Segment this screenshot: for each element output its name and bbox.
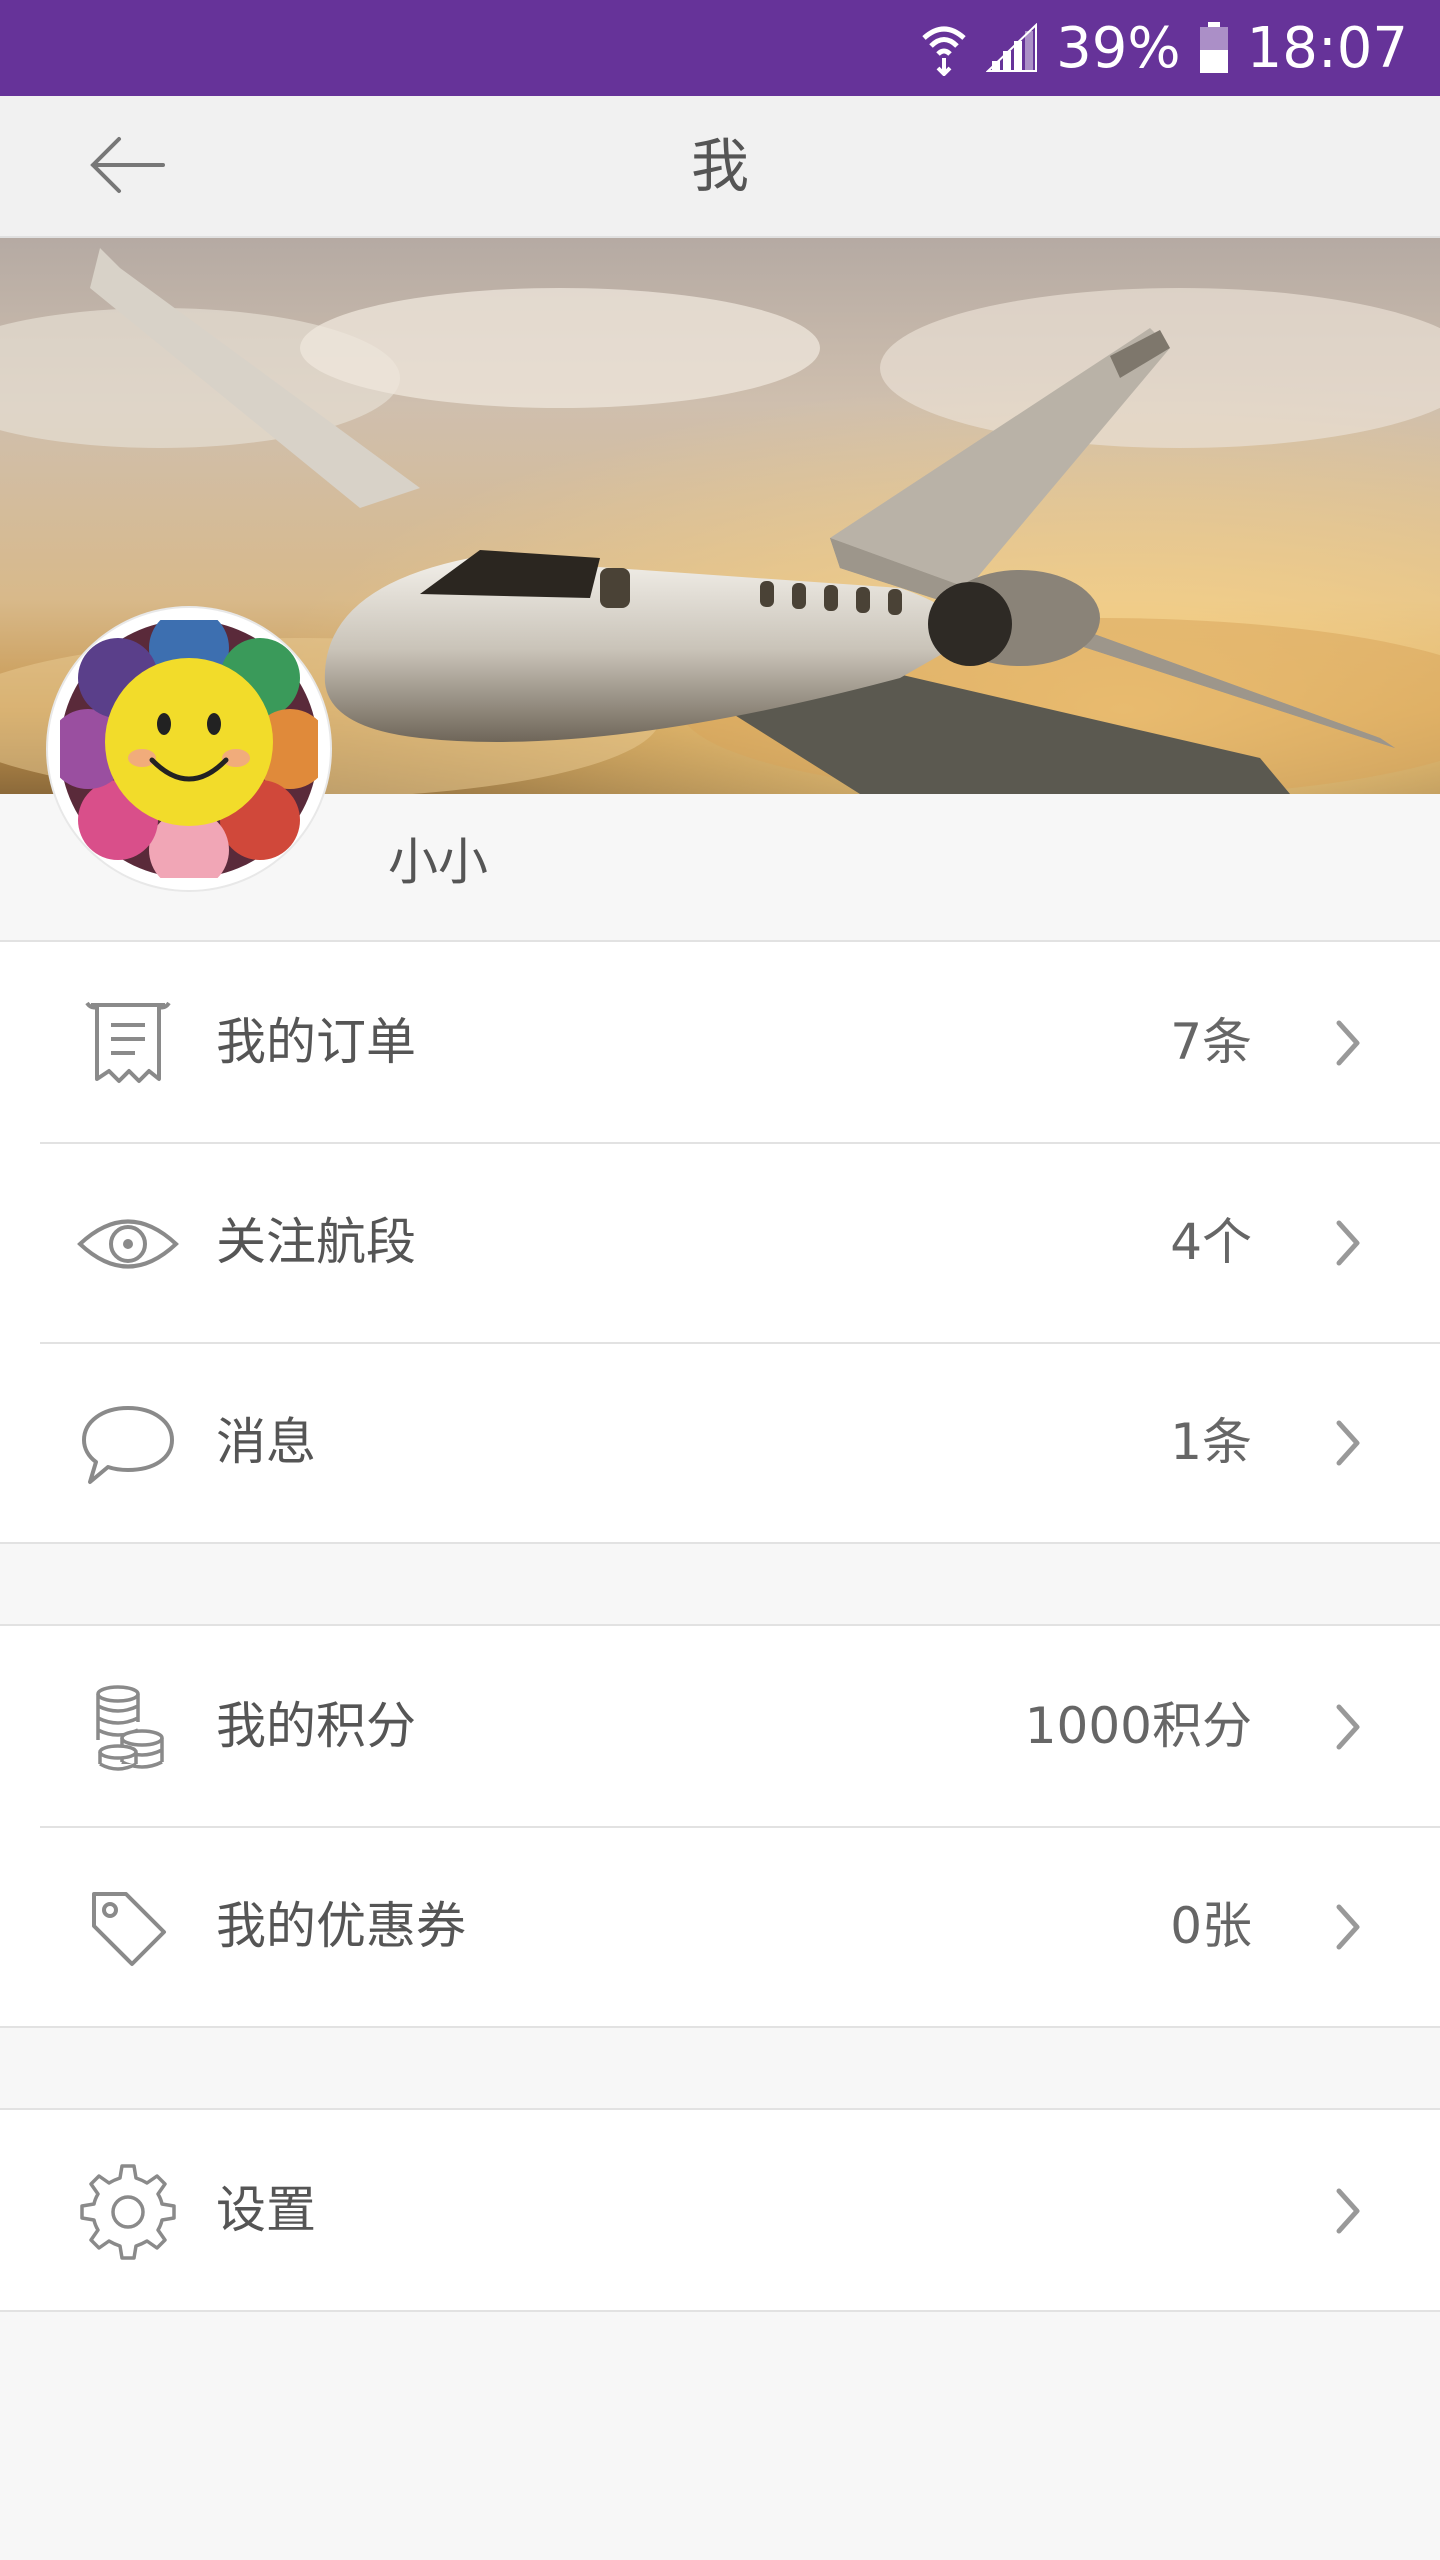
gear-icon bbox=[76, 2164, 180, 2260]
eye-icon bbox=[76, 1196, 180, 1292]
user-name[interactable]: 小小 bbox=[388, 822, 488, 894]
battery-percent: 39% bbox=[1056, 15, 1181, 81]
settings-label: 设置 bbox=[216, 2181, 316, 2239]
chevron-right-icon bbox=[1328, 1018, 1368, 1068]
status-bar: 39% 18:07 bbox=[0, 0, 1440, 96]
chevron-right-icon bbox=[1328, 1902, 1368, 1952]
messages-count: 1条 bbox=[1170, 1413, 1252, 1471]
battery-icon bbox=[1199, 22, 1229, 74]
clock: 18:07 bbox=[1246, 15, 1408, 81]
coins-icon bbox=[76, 1680, 180, 1776]
list-item-orders[interactable]: 我的订单 7条 bbox=[0, 942, 1440, 1142]
sunflower-avatar-image bbox=[60, 620, 318, 878]
chevron-right-icon bbox=[1328, 2186, 1368, 2236]
list-item-settings[interactable]: 设置 bbox=[0, 2110, 1440, 2310]
chat-bubble-icon bbox=[76, 1396, 180, 1492]
receipt-icon bbox=[76, 996, 180, 1092]
list-item-messages[interactable]: 消息 1条 bbox=[0, 1342, 1440, 1542]
followed-routes-count: 4个 bbox=[1170, 1213, 1252, 1271]
chevron-right-icon bbox=[1328, 1218, 1368, 1268]
list-item-points[interactable]: 我的积分 1000积分 bbox=[0, 1626, 1440, 1826]
list-item-followed-routes[interactable]: 关注航段 4个 bbox=[0, 1142, 1440, 1342]
avatar[interactable] bbox=[48, 608, 330, 890]
status-icons: 39% 18:07 bbox=[920, 0, 1408, 96]
coupons-label: 我的优惠券 bbox=[216, 1897, 466, 1955]
list-item-coupons[interactable]: 我的优惠券 0张 bbox=[0, 1826, 1440, 2026]
page-title: 我 bbox=[690, 132, 749, 200]
chevron-right-icon bbox=[1328, 1418, 1368, 1468]
coupons-count: 0张 bbox=[1170, 1897, 1252, 1955]
points-label: 我的积分 bbox=[216, 1697, 416, 1755]
wifi-icon bbox=[920, 20, 968, 76]
orders-count: 7条 bbox=[1170, 1013, 1252, 1071]
followed-routes-label: 关注航段 bbox=[216, 1213, 416, 1271]
messages-label: 消息 bbox=[216, 1413, 316, 1471]
chevron-right-icon bbox=[1328, 1702, 1368, 1752]
tag-icon bbox=[76, 1880, 180, 1976]
list-group-settings: 设置 bbox=[0, 2108, 1440, 2312]
points-value: 1000积分 bbox=[1024, 1697, 1252, 1755]
signal-icon bbox=[986, 23, 1038, 73]
list-group-rewards: 我的积分 1000积分 我的优惠券 0张 bbox=[0, 1624, 1440, 2028]
list-group-activity: 我的订单 7条 关注航段 4个 消息 1条 bbox=[0, 940, 1440, 1544]
orders-label: 我的订单 bbox=[216, 1013, 416, 1071]
app-header: 我 bbox=[0, 96, 1440, 238]
